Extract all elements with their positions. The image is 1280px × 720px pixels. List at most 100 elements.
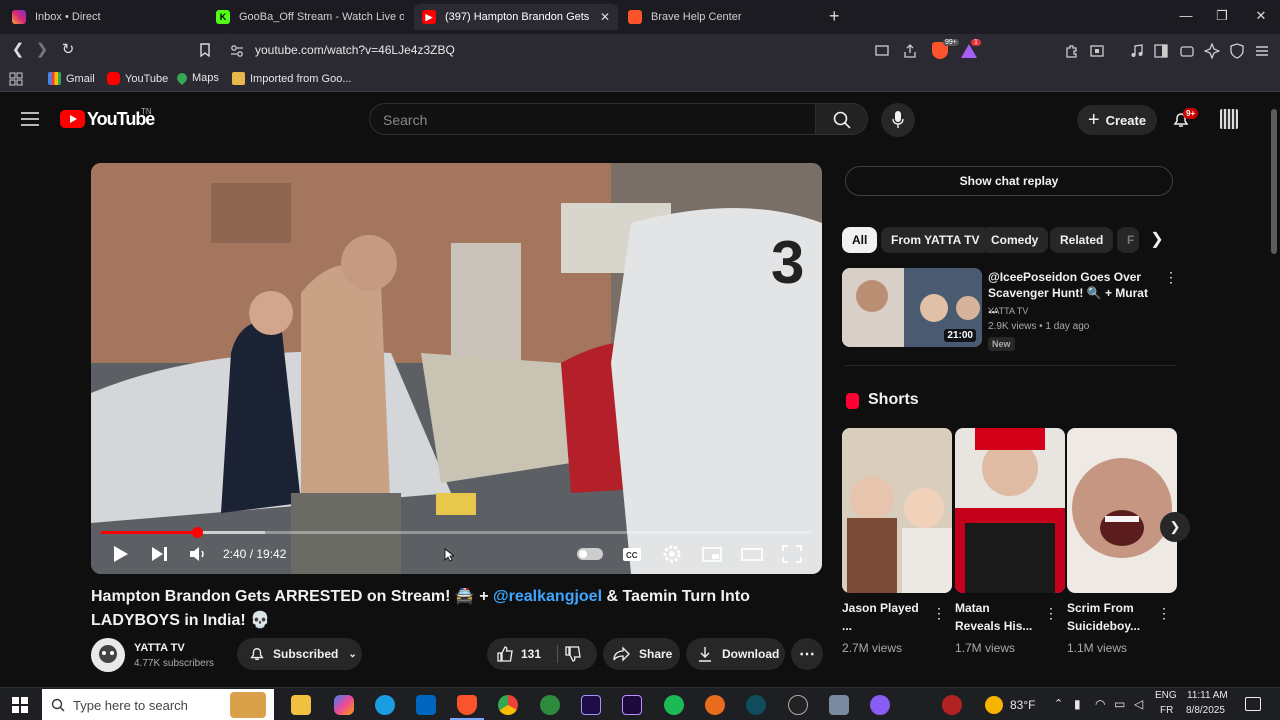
tray-overflow-chevron-icon[interactable]: ⌃ bbox=[1054, 697, 1063, 710]
site-info-icon[interactable] bbox=[229, 43, 245, 59]
subscribed-button[interactable]: Subscribed ⌄ bbox=[237, 638, 362, 670]
shorts-next-arrow-icon[interactable]: ❯ bbox=[1160, 512, 1190, 542]
clock-date[interactable]: 8/8/2025 bbox=[1186, 705, 1225, 716]
short-title[interactable]: Matan Reveals His... bbox=[955, 599, 1035, 635]
edge-icon[interactable] bbox=[375, 695, 395, 715]
more-actions-button[interactable]: ⋯ bbox=[791, 638, 823, 670]
tray-app-icon[interactable] bbox=[942, 695, 962, 715]
hamburger-menu-icon[interactable] bbox=[21, 112, 39, 126]
battery-icon[interactable]: ▭ bbox=[1114, 697, 1125, 711]
fullscreen-icon[interactable] bbox=[781, 544, 803, 564]
wallet-panel-icon[interactable] bbox=[1089, 43, 1105, 59]
volume-icon[interactable] bbox=[187, 544, 209, 564]
account-avatar[interactable] bbox=[1220, 109, 1238, 129]
bookmark-maps[interactable]: Maps bbox=[174, 70, 219, 86]
close-window-icon[interactable]: ✕ bbox=[1251, 8, 1271, 24]
more-vertical-icon[interactable]: ⋮ bbox=[1157, 605, 1171, 622]
next-icon[interactable] bbox=[148, 544, 170, 564]
captions-icon[interactable]: CC bbox=[621, 544, 643, 564]
chip-from-channel[interactable]: From YATTA TV bbox=[881, 227, 990, 253]
brave-taskbar-icon[interactable] bbox=[457, 695, 477, 715]
chip-partial[interactable]: F bbox=[1117, 227, 1139, 253]
new-tab-button[interactable]: + bbox=[829, 6, 840, 27]
short-thumbnail[interactable] bbox=[955, 428, 1065, 593]
speaker-icon[interactable]: ◁ bbox=[1134, 697, 1143, 711]
bookmark-youtube[interactable]: YouTube bbox=[107, 72, 168, 85]
short-title[interactable]: Jason Played ... bbox=[842, 599, 922, 635]
download-button[interactable]: Download bbox=[686, 638, 785, 670]
close-tab-icon[interactable]: ✕ bbox=[600, 10, 610, 24]
show-chat-replay-button[interactable]: Show chat replay bbox=[845, 166, 1173, 196]
bookmark-gmail[interactable]: Gmail bbox=[48, 72, 95, 85]
reload-icon[interactable]: ↻ bbox=[59, 41, 77, 59]
play-icon[interactable] bbox=[109, 544, 131, 564]
short-title[interactable]: Scrim From Suicideboy... bbox=[1067, 599, 1153, 635]
brave-rewards-icon[interactable] bbox=[961, 44, 977, 58]
more-vertical-icon[interactable]: ⋮ bbox=[1164, 269, 1178, 286]
voice-search-button[interactable] bbox=[881, 103, 915, 137]
screenshot-tool-icon[interactable] bbox=[829, 695, 849, 715]
bookmark-icon[interactable] bbox=[197, 42, 213, 58]
short-thumbnail[interactable] bbox=[1067, 428, 1177, 593]
leo-ai-icon[interactable] bbox=[1204, 43, 1220, 59]
scrubber-handle[interactable] bbox=[191, 527, 203, 538]
video-player[interactable]: 3 2:40 / 19:42 CC bbox=[91, 163, 822, 574]
miniplayer-icon[interactable] bbox=[701, 544, 723, 564]
youtube-logo-icon[interactable] bbox=[60, 110, 85, 128]
wifi-icon[interactable]: ◠ bbox=[1095, 697, 1105, 711]
weather-sun-icon[interactable] bbox=[985, 696, 1003, 714]
chip-comedy[interactable]: Comedy bbox=[981, 227, 1049, 253]
after-effects-icon[interactable] bbox=[581, 695, 601, 715]
settings-gear-icon[interactable] bbox=[661, 544, 683, 564]
tab-youtube-active[interactable]: ▶ (397) Hampton Brandon Gets AR ✕ bbox=[414, 4, 618, 30]
maximize-icon[interactable]: ❐ bbox=[1212, 8, 1232, 24]
chips-next-arrow-icon[interactable]: ❯ bbox=[1144, 227, 1170, 253]
page-scrollbar[interactable] bbox=[1268, 93, 1280, 687]
bookmark-folder-imported[interactable]: Imported from Goo... bbox=[232, 72, 351, 85]
theater-mode-icon[interactable] bbox=[741, 544, 763, 564]
share-button[interactable]: Share bbox=[603, 638, 680, 670]
tab-kick[interactable]: K GooBa_Off Stream - Watch Live on Ki bbox=[208, 4, 404, 30]
extensions-icon[interactable] bbox=[1064, 43, 1080, 59]
like-button[interactable]: 131 bbox=[487, 638, 557, 670]
sidebar-icon[interactable] bbox=[1153, 43, 1169, 59]
url-text[interactable]: youtube.com/watch?v=46LJe4z3ZBQ bbox=[255, 43, 455, 57]
apps-grid-icon[interactable] bbox=[9, 72, 23, 86]
tab-instagram[interactable]: Inbox • Direct bbox=[4, 4, 202, 30]
vpn-icon[interactable] bbox=[1229, 43, 1245, 59]
discord-icon[interactable] bbox=[870, 695, 890, 715]
more-vertical-icon[interactable]: ⋮ bbox=[1044, 605, 1058, 622]
share-page-icon[interactable] bbox=[902, 43, 918, 59]
minimize-icon[interactable]: — bbox=[1176, 8, 1196, 23]
recommended-video-thumbnail[interactable]: 21:00 bbox=[842, 268, 982, 347]
copilot-icon[interactable] bbox=[334, 695, 354, 715]
keyboard-layout-indicator[interactable]: FR bbox=[1160, 705, 1173, 716]
utorrent-icon[interactable] bbox=[540, 695, 560, 715]
weather-temperature[interactable]: 83°F bbox=[1010, 698, 1035, 712]
search-button[interactable] bbox=[816, 103, 868, 135]
tab-brave-help[interactable]: Brave Help Center bbox=[620, 4, 816, 30]
chip-related[interactable]: Related bbox=[1050, 227, 1114, 253]
progress-bar[interactable] bbox=[101, 527, 812, 538]
notification-center-icon[interactable] bbox=[1245, 697, 1261, 711]
wallet-icon[interactable] bbox=[1179, 43, 1195, 59]
search-input[interactable]: Search bbox=[369, 103, 816, 135]
create-button[interactable]: + Create bbox=[1077, 105, 1157, 135]
menu-icon[interactable] bbox=[1254, 43, 1270, 59]
capcut-icon[interactable] bbox=[746, 695, 766, 715]
dislike-button[interactable] bbox=[565, 646, 581, 665]
microsoft-store-icon[interactable] bbox=[416, 695, 436, 715]
more-vertical-icon[interactable]: ⋮ bbox=[932, 605, 946, 622]
chip-all[interactable]: All bbox=[842, 227, 878, 253]
media-icon[interactable] bbox=[1129, 43, 1145, 59]
cast-icon[interactable] bbox=[874, 43, 890, 59]
forward-icon[interactable]: ❯ bbox=[33, 41, 51, 59]
recommended-channel-name[interactable]: YATTA TV bbox=[988, 306, 1028, 316]
obs-icon[interactable] bbox=[788, 695, 808, 715]
video-title-mention-link[interactable]: @realkangjoel bbox=[493, 588, 602, 605]
back-icon[interactable]: ❮ bbox=[9, 41, 27, 59]
windows-start-icon[interactable] bbox=[12, 697, 28, 713]
channel-name[interactable]: YATTA TV bbox=[134, 642, 185, 654]
clock-time[interactable]: 11:11 AM bbox=[1187, 690, 1228, 701]
scrollbar-thumb[interactable] bbox=[1271, 109, 1277, 254]
